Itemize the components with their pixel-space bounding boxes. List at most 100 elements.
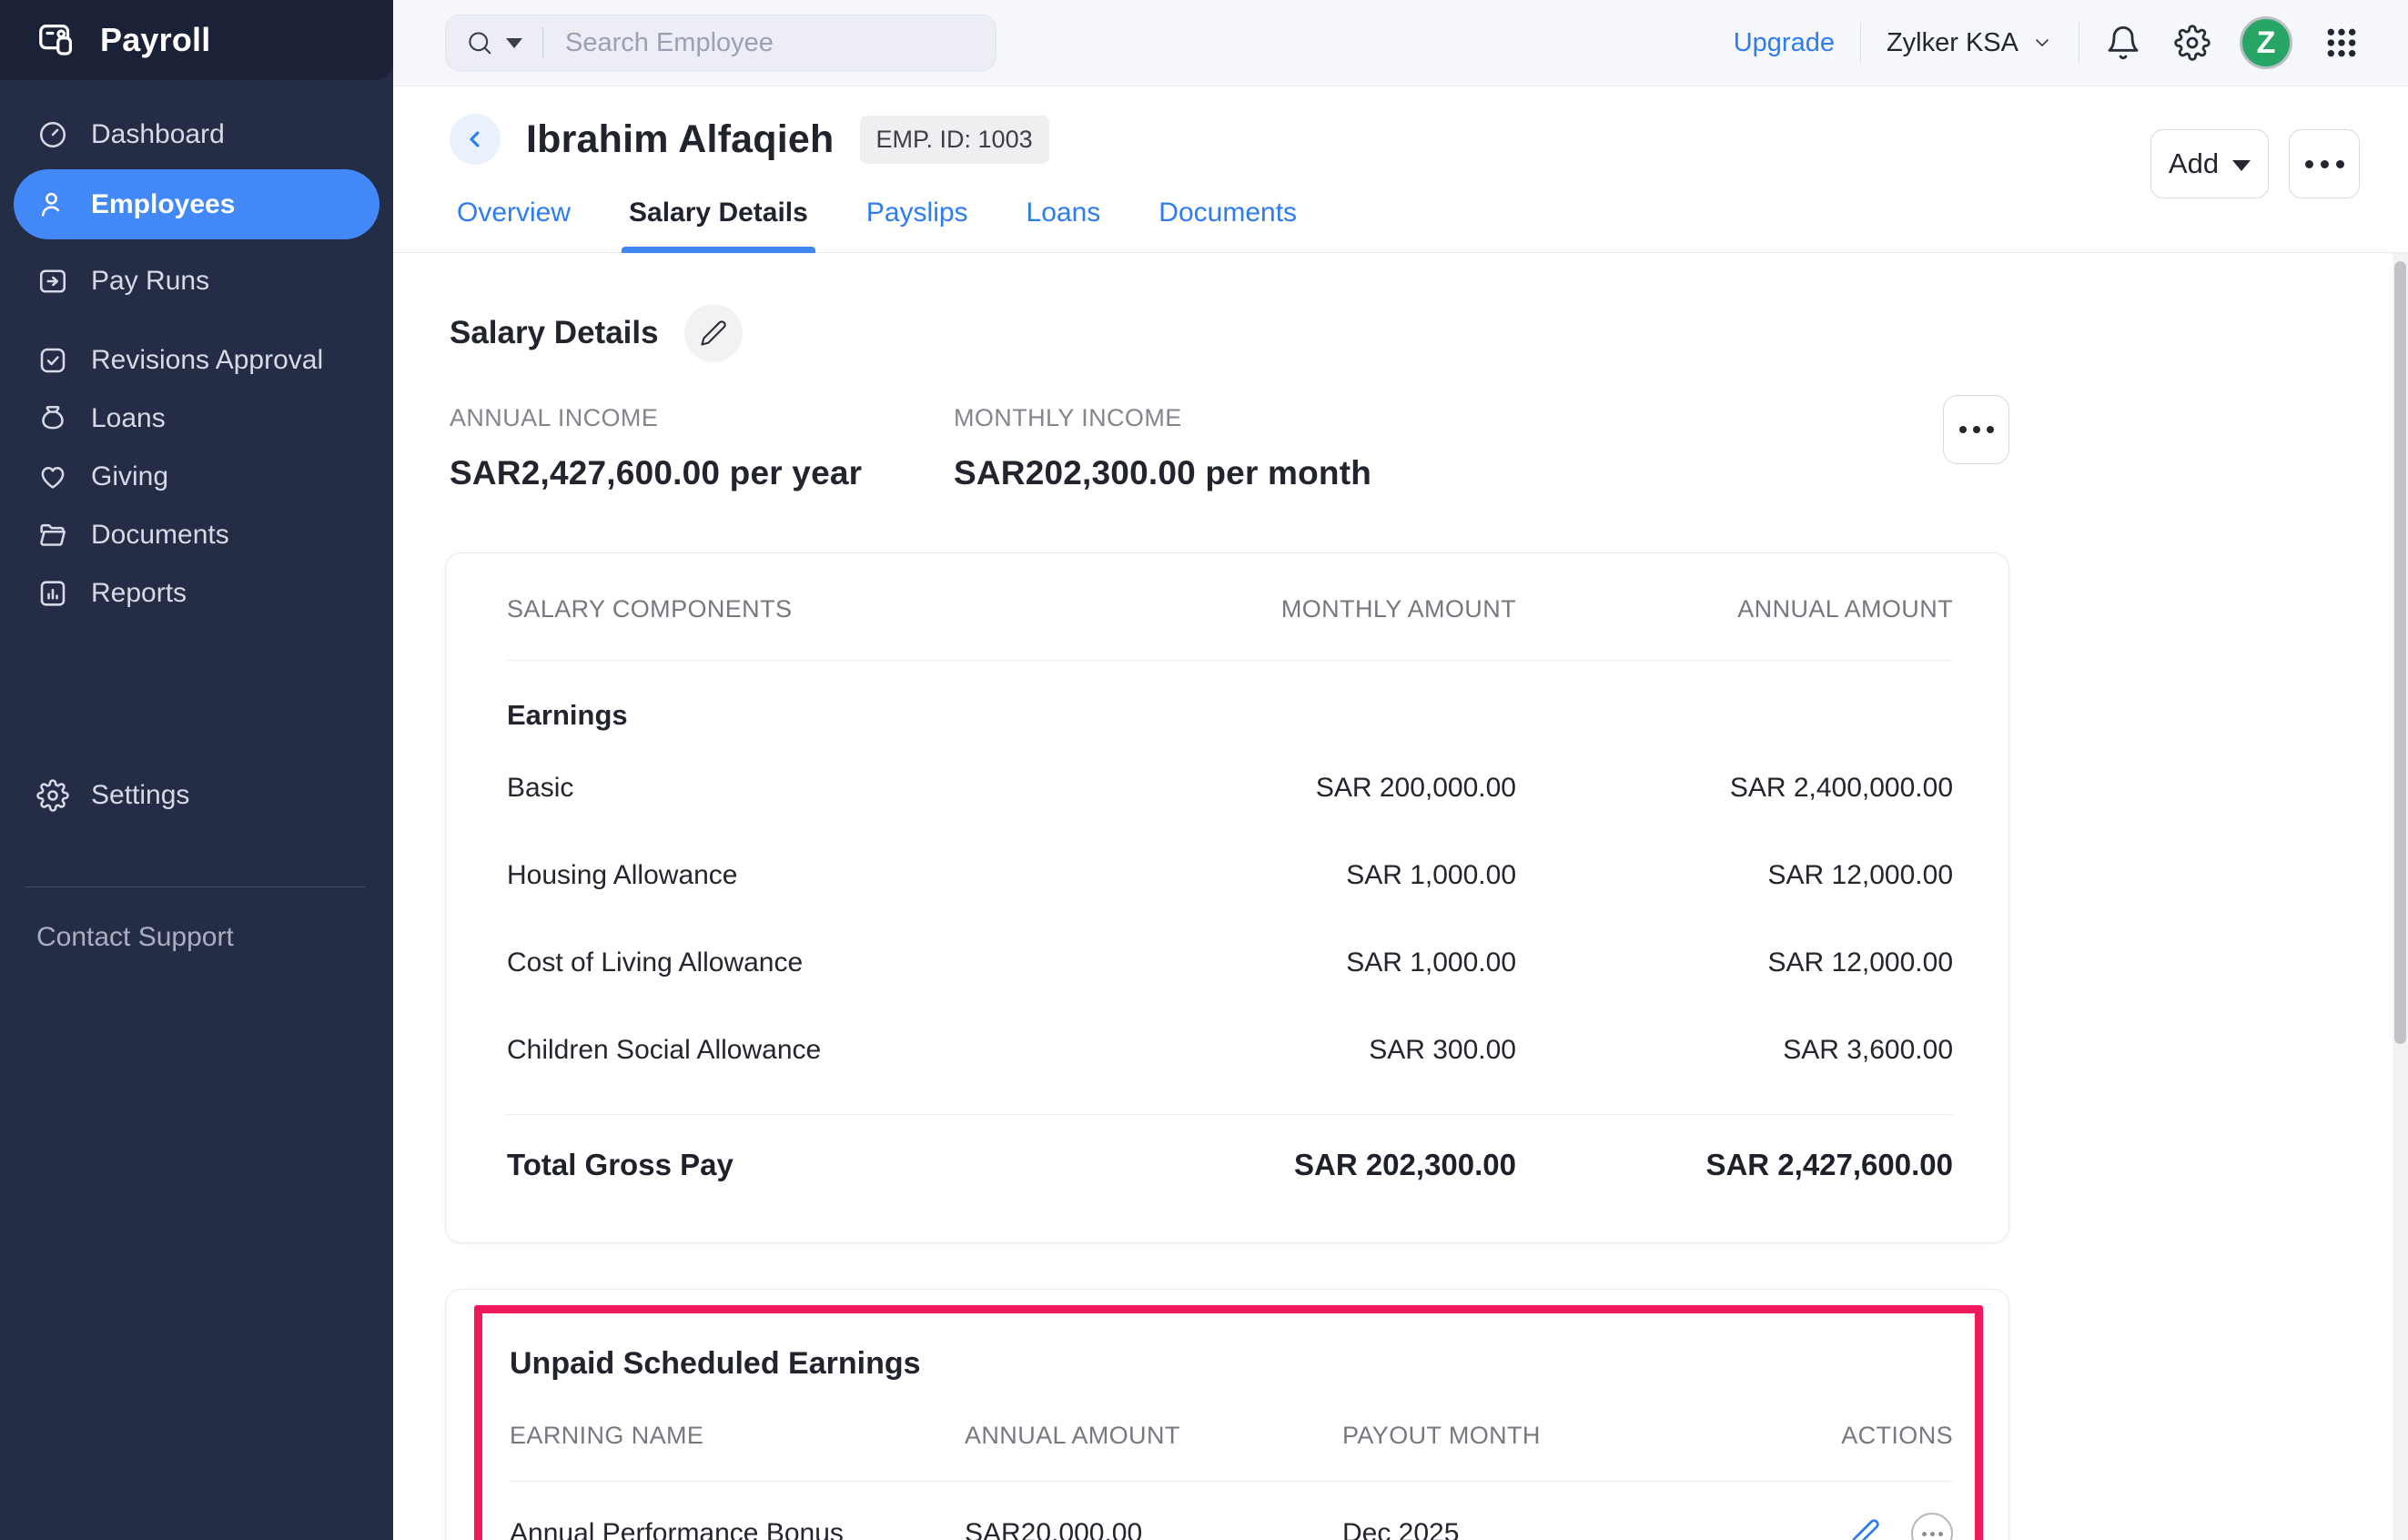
more-actions-button[interactable] <box>2289 129 2360 198</box>
monthly-amount: SAR 1,000.00 <box>1346 947 1516 978</box>
total-gross-pay-row: Total Gross Pay SAR 202,300.00 SAR 2,427… <box>507 1115 1953 1242</box>
settings-icon <box>36 779 69 812</box>
payout-month: Dec 2025 <box>1342 1518 1460 1540</box>
tab-payslips[interactable]: Payslips <box>866 198 968 252</box>
giving-icon <box>41 466 65 489</box>
tab-overview[interactable]: Overview <box>457 198 571 252</box>
row-actions <box>1761 1513 1953 1540</box>
table-row: Basic SAR 200,000.00 SAR 2,400,000.00 <box>507 745 1953 832</box>
component-name: Basic <box>507 773 574 803</box>
earning-name: Annual Performance Bonus <box>510 1518 844 1540</box>
reports-icon <box>40 581 66 606</box>
sidebar: Payroll Dashboard Employees Pay Runs Rev… <box>0 0 393 1540</box>
component-name: Cost of Living Allowance <box>507 947 804 978</box>
salary-more-button[interactable] <box>1943 395 2009 464</box>
annual-amount: SAR20,000.00 <box>965 1518 1143 1540</box>
table-row: Children Social Allowance SAR 300.00 SAR… <box>507 1007 1953 1094</box>
content-area: Salary Details ANNUAL INCOME SAR2,427,60… <box>393 253 2408 1540</box>
total-label: Total Gross Pay <box>507 1148 734 1181</box>
ellipsis-icon <box>1958 426 1967 433</box>
sidebar-item-pay-runs[interactable]: Pay Runs <box>0 254 393 309</box>
annual-amount: SAR 12,000.00 <box>1767 860 1953 890</box>
org-name: Zylker KSA <box>1886 27 2018 57</box>
documents-icon <box>40 523 66 546</box>
sidebar-item-settings[interactable]: Settings <box>0 768 393 823</box>
topbar: Upgrade Zylker KSA <box>393 0 2408 86</box>
sidebar-item-giving[interactable]: Giving <box>0 450 393 504</box>
ellipsis-icon <box>1921 1531 1927 1536</box>
unpaid-scheduled-earnings-card: Unpaid Scheduled Earnings EARNING NAME A… <box>445 1289 2009 1540</box>
table-row: Annual Performance Bonus SAR20,000.00 De… <box>510 1482 1953 1540</box>
edit-earning-button[interactable] <box>1849 1518 1880 1540</box>
employee-id-badge: EMP. ID: 1003 <box>859 115 1049 164</box>
monthly-amount: SAR 300.00 <box>1369 1035 1516 1065</box>
annual-amount: SAR 2,400,000.00 <box>1729 773 1953 803</box>
salary-summary-section: Salary Details ANNUAL INCOME SAR2,427,60… <box>450 304 2009 492</box>
edit-salary-button[interactable] <box>683 304 743 362</box>
upgrade-link[interactable]: Upgrade <box>1734 28 1835 58</box>
payroll-logo-icon <box>39 25 73 56</box>
col-payout-month: PAYOUT MONTH <box>1342 1422 1541 1449</box>
sidebar-item-documents[interactable]: Documents <box>0 508 393 562</box>
tab-salary-details[interactable]: Salary Details <box>622 198 815 253</box>
ellipsis-icon <box>2304 159 2313 168</box>
total-monthly-amount: SAR 202,300.00 <box>1293 1148 1516 1181</box>
salary-components-card: SALARY COMPONENTS MONTHLY AMOUNT ANNUAL … <box>445 552 2009 1243</box>
annual-amount: SAR 12,000.00 <box>1767 947 1953 978</box>
avatar[interactable]: Z <box>2240 16 2292 69</box>
col-annual-amount: ANNUAL AMOUNT <box>1737 595 1953 623</box>
bell-icon <box>2108 25 2139 60</box>
component-name: Children Social Allowance <box>507 1035 822 1065</box>
search-input[interactable] <box>563 26 976 59</box>
unpaid-table-header: EARNING NAME ANNUAL AMOUNT PAYOUT MONTH … <box>510 1382 1953 1481</box>
settings-button[interactable] <box>2174 25 2211 61</box>
org-switcher[interactable]: Zylker KSA <box>1887 28 2053 58</box>
scrollbar-thumb[interactable] <box>2394 261 2406 1044</box>
loans-icon <box>42 405 64 430</box>
table-row: Cost of Living Allowance SAR 1,000.00 SA… <box>507 919 1953 1007</box>
search-scope-caret-icon[interactable] <box>506 37 522 48</box>
add-button[interactable]: Add <box>2150 129 2269 198</box>
sidebar-item-label: Loans <box>91 403 166 433</box>
topbar-right: Upgrade Zylker KSA Z <box>1734 16 2360 69</box>
tab-bar: Overview Salary Details Payslips Loans D… <box>457 198 2360 253</box>
app-title: Payroll <box>100 21 211 58</box>
monthly-amount: SAR 200,000.00 <box>1315 773 1516 803</box>
dashboard-icon <box>39 121 66 148</box>
monthly-amount: SAR 1,000.00 <box>1346 860 1516 890</box>
sidebar-item-employees[interactable]: Employees <box>14 169 379 239</box>
main-area: Upgrade Zylker KSA <box>393 0 2408 1540</box>
chevron-down-icon <box>2036 39 2049 46</box>
notifications-button[interactable] <box>2105 25 2141 61</box>
earning-more-button[interactable] <box>1911 1513 1953 1540</box>
revisions-approval-icon <box>40 348 66 373</box>
gear-icon <box>2174 25 2211 61</box>
topbar-divider <box>1859 23 1861 63</box>
components-table-header: SALARY COMPONENTS MONTHLY AMOUNT ANNUAL … <box>507 553 1953 660</box>
page-header: Ibrahim Alfaqieh EMP. ID: 1003 Overview … <box>393 86 2408 253</box>
contact-support-link[interactable]: Contact Support <box>36 922 393 953</box>
sidebar-item-label: Pay Runs <box>91 266 210 296</box>
app-window: Payroll Dashboard Employees Pay Runs Rev… <box>0 0 2408 1540</box>
col-monthly-amount: MONTHLY AMOUNT <box>1280 595 1516 623</box>
search-box[interactable] <box>445 15 997 71</box>
sidebar-item-loans[interactable]: Loans <box>0 391 393 446</box>
sidebar-item-label: Giving <box>91 461 169 491</box>
tab-loans[interactable]: Loans <box>1027 198 1101 252</box>
sidebar-item-revisions-approval[interactable]: Revisions Approval <box>0 333 393 388</box>
annual-amount: SAR 3,600.00 <box>1783 1035 1953 1065</box>
sidebar-item-reports[interactable]: Reports <box>0 566 393 621</box>
pay-runs-icon <box>39 269 66 293</box>
col-actions: ACTIONS <box>1841 1422 1953 1449</box>
apps-grid-button[interactable] <box>2323 25 2360 61</box>
monthly-income-label: MONTHLY INCOME <box>954 404 1182 431</box>
monthly-income-value: SAR202,300.00 per month <box>954 454 1372 491</box>
app-logo: Payroll <box>0 0 393 80</box>
chevron-down-icon <box>2232 160 2251 171</box>
sidebar-item-label: Reports <box>91 578 187 608</box>
table-row: Housing Allowance SAR 1,000.00 SAR 12,00… <box>507 832 1953 919</box>
add-button-label: Add <box>2168 147 2220 179</box>
sidebar-item-dashboard[interactable]: Dashboard <box>0 107 393 162</box>
tab-documents[interactable]: Documents <box>1158 198 1297 252</box>
back-button[interactable] <box>450 114 501 165</box>
